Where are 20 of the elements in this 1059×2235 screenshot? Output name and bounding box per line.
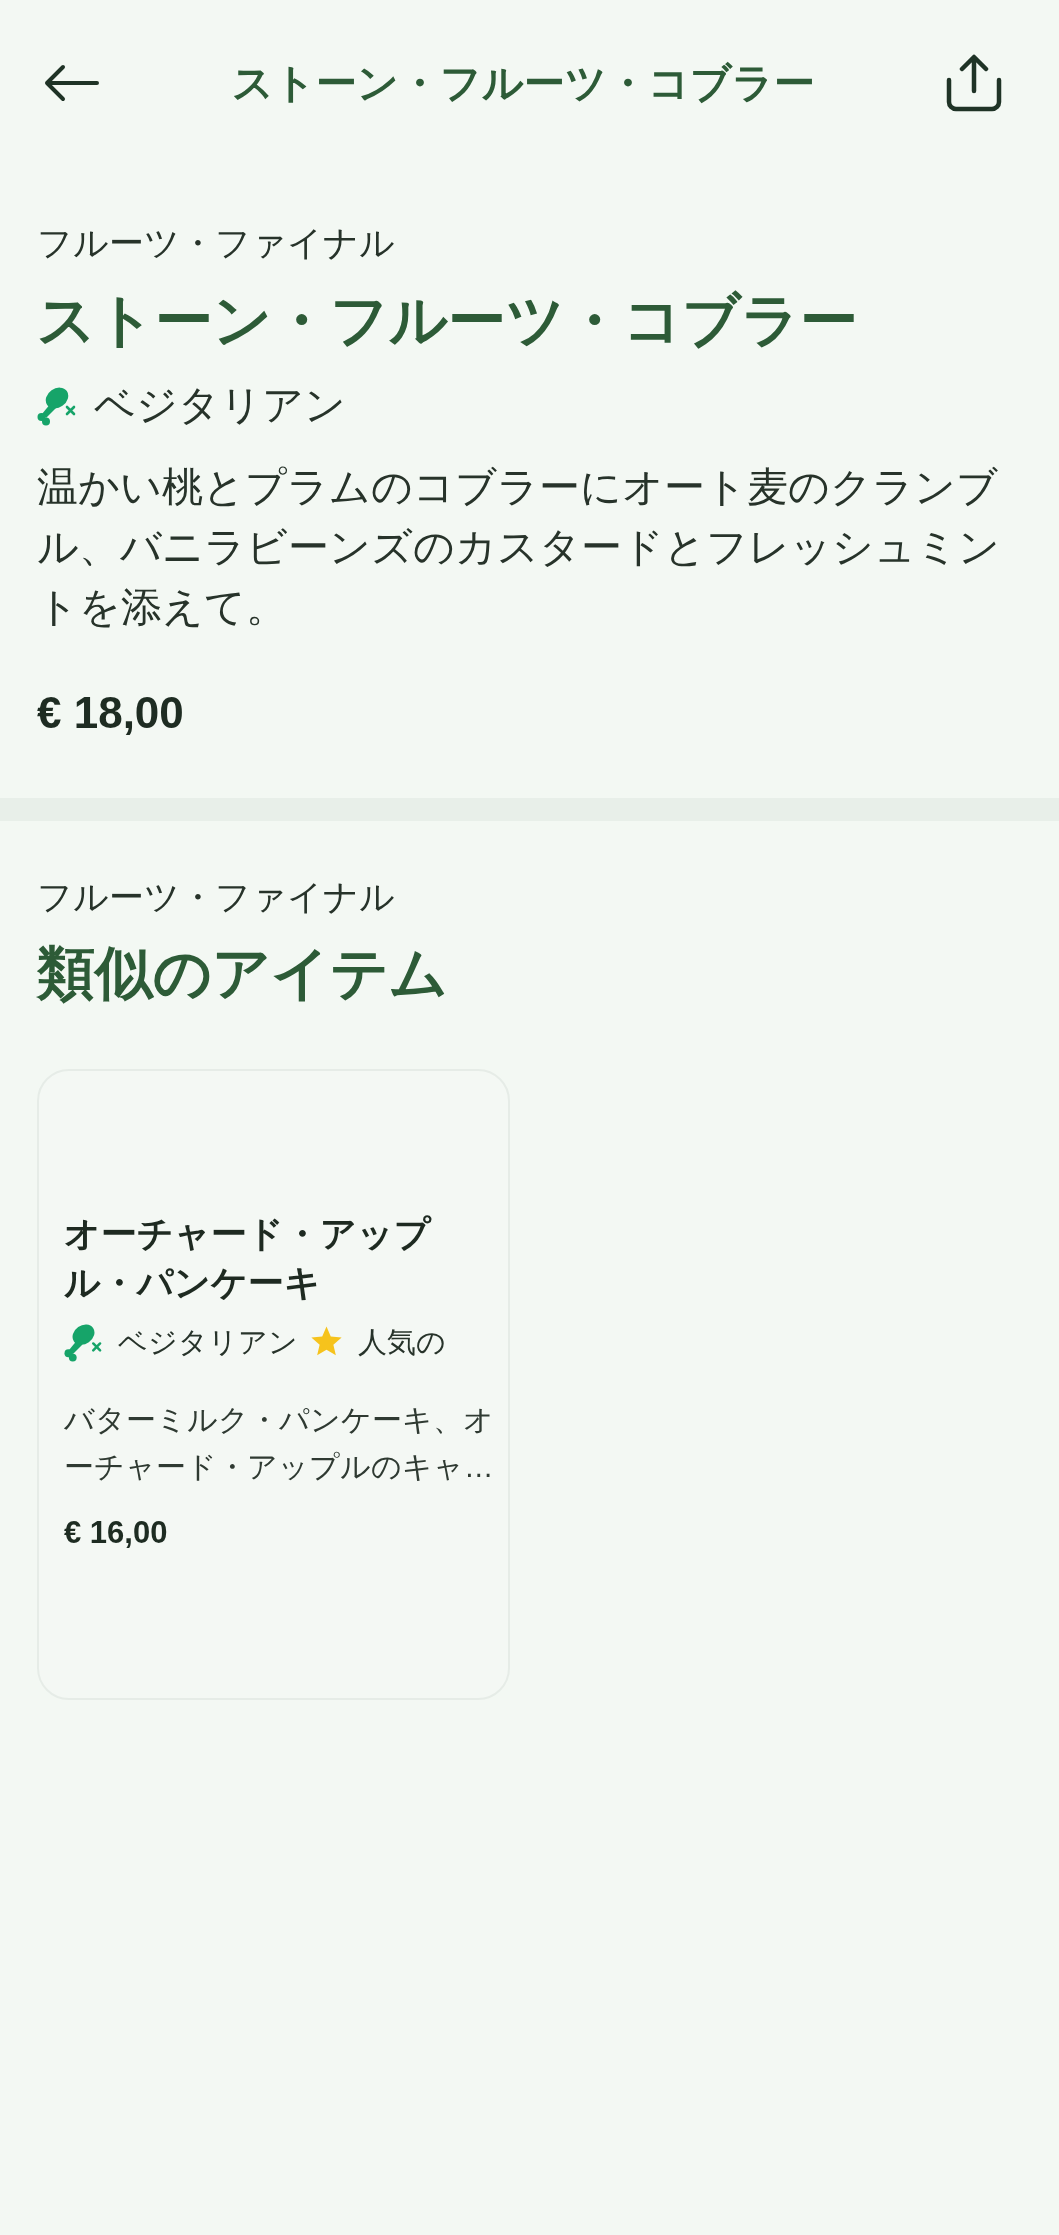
category-label: フルーツ・ファイナル bbox=[37, 222, 396, 264]
tag-label: 人気の bbox=[358, 1324, 446, 1360]
item-description: 温かい桃とプラムのコブラーにオート麦のクランブル、バニラビーンズのカスタードとフレッシュミントを添えて。 bbox=[37, 463, 1001, 632]
section-heading: 類似のアイテム bbox=[37, 939, 449, 1007]
category-label: フルーツ・ファイナル bbox=[37, 876, 396, 918]
item-title: ストーン・フルーツ・コブラー bbox=[37, 286, 859, 354]
back-button[interactable] bbox=[43, 63, 99, 103]
back-arrow-icon bbox=[43, 63, 99, 103]
share-icon bbox=[945, 54, 1003, 112]
item-price: € 18,00 bbox=[37, 687, 185, 739]
card-title: オーチャード・アップル・パンケーキ bbox=[64, 1212, 433, 1305]
card-description: バターミルク・パンケーキ、オーチャード・アップルのキャ… bbox=[64, 1402, 495, 1485]
share-button[interactable] bbox=[945, 54, 1003, 112]
drumstick-icon bbox=[37, 386, 77, 426]
item-card[interactable]: オーチャード・アップル・パンケーキ ベジタリアン 人気の バターミルク・パンケーキ、オーチャード・アップルのキャ… € 16,00 bbox=[37, 1069, 510, 1700]
tag-label: ベジタリアン bbox=[118, 1324, 298, 1360]
header-title: ストーン・フルーツ・コブラー bbox=[231, 59, 815, 108]
drumstick-icon bbox=[64, 1322, 103, 1362]
card-price: € 16,00 bbox=[64, 1514, 169, 1552]
tag-label: ベジタリアン bbox=[94, 381, 346, 431]
